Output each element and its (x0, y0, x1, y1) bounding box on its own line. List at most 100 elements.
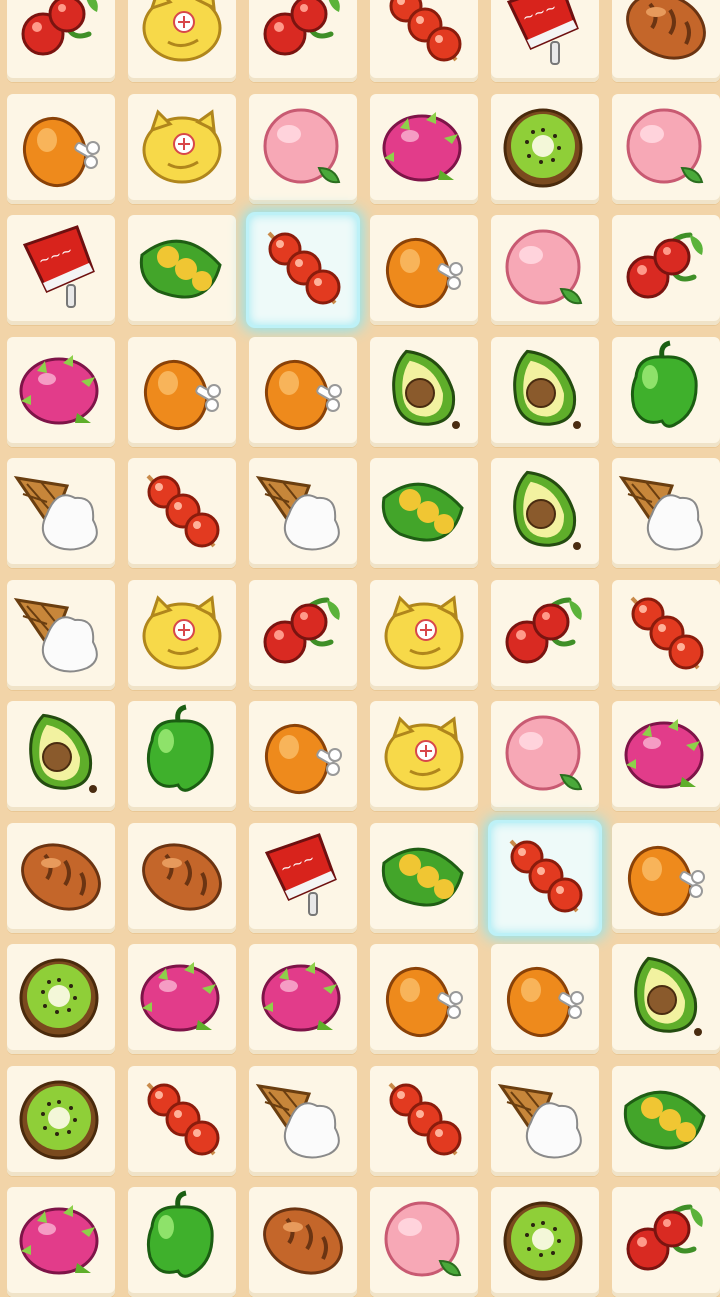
tile-peach[interactable] (249, 93, 357, 204)
lemon-cat-icon (142, 0, 222, 62)
tile-peach[interactable] (491, 701, 599, 811)
peach-icon (505, 229, 583, 305)
tile-kiwi[interactable] (7, 944, 115, 1054)
tile-pea-pod[interactable] (370, 822, 478, 933)
tile-pea-pod[interactable] (128, 215, 236, 325)
tile-lemon-cat[interactable] (370, 701, 478, 811)
tile-ice-cream-cone[interactable] (491, 1065, 599, 1176)
tile-bread[interactable] (612, 0, 720, 82)
ice-cream-cone-icon (13, 597, 98, 672)
tile-dragon-fruit[interactable] (370, 93, 478, 204)
tile-dragon-fruit[interactable] (249, 944, 357, 1054)
tile-peach[interactable] (612, 93, 720, 204)
tile-ice-cream-cone[interactable] (612, 458, 720, 568)
chicken-leg-icon (265, 723, 342, 795)
avocado-icon (392, 349, 460, 429)
tile-tanghulu[interactable] (249, 215, 357, 325)
tile-bread[interactable] (128, 822, 236, 933)
tanghulu-icon (146, 474, 220, 548)
tanghulu-icon (630, 596, 704, 669)
tile-dragon-fruit[interactable] (612, 701, 720, 811)
tile-green-pepper[interactable] (128, 1187, 236, 1297)
tile-ice-cream-cone[interactable] (249, 458, 357, 568)
pea-pod-icon (139, 239, 222, 299)
tile-chicken-leg[interactable] (491, 944, 599, 1054)
green-pepper-icon (146, 704, 214, 792)
tile-cherry[interactable] (249, 0, 357, 82)
ice-cream-cone-icon (255, 1083, 340, 1158)
bread-icon (626, 0, 706, 60)
tile-green-pepper[interactable] (128, 701, 236, 811)
tile-tanghulu[interactable] (612, 579, 720, 690)
tile-tanghulu[interactable] (370, 1065, 478, 1176)
tile-peach[interactable] (491, 215, 599, 325)
tile-avocado[interactable] (612, 944, 720, 1054)
ice-cream-cone-icon (497, 1083, 582, 1158)
tile-dragon-fruit[interactable] (7, 1187, 115, 1297)
tile-chicken-leg[interactable] (370, 944, 478, 1054)
cherry-icon (263, 597, 340, 663)
tile-kiwi[interactable] (491, 1187, 599, 1297)
lemon-cat-icon (384, 594, 464, 669)
tile-chicken-leg[interactable] (249, 701, 357, 811)
tile-dragon-fruit[interactable] (7, 336, 115, 447)
green-pepper-icon (630, 340, 698, 428)
tile-cherry[interactable] (491, 579, 599, 690)
tile-chicken-leg[interactable] (612, 822, 720, 933)
tile-avocado[interactable] (491, 336, 599, 447)
tile-lemon-cat[interactable] (128, 579, 236, 690)
tile-cola-cup[interactable]: ~~~ (491, 0, 599, 82)
ice-cream-cone-icon (255, 475, 340, 551)
tile-cola-cup[interactable]: ~~~ (249, 822, 357, 933)
tile-pea-pod[interactable] (612, 1065, 720, 1176)
tile-kiwi[interactable] (7, 1065, 115, 1176)
chicken-leg-icon (386, 237, 463, 309)
tile-tanghulu[interactable] (128, 458, 236, 568)
tile-pea-pod[interactable] (370, 458, 478, 568)
kiwi-icon (503, 108, 583, 187)
avocado-icon (634, 956, 702, 1036)
tile-tanghulu[interactable] (128, 1065, 236, 1176)
tile-lemon-cat[interactable] (128, 0, 236, 82)
avocado-icon (29, 713, 97, 793)
dragon-fruit-icon (382, 111, 462, 181)
tile-cherry[interactable] (7, 0, 115, 82)
tile-green-pepper[interactable] (612, 336, 720, 447)
kiwi-icon (503, 1201, 583, 1281)
chicken-leg-icon (386, 966, 463, 1038)
tile-bread[interactable] (7, 822, 115, 933)
tile-lemon-cat[interactable] (370, 579, 478, 690)
tile-ice-cream-cone[interactable] (249, 1065, 357, 1176)
cherry-icon (21, 0, 98, 56)
tile-chicken-leg[interactable] (370, 215, 478, 325)
tile-ice-cream-cone[interactable] (7, 458, 115, 568)
tile-dragon-fruit[interactable] (128, 944, 236, 1054)
lemon-cat-icon (142, 594, 222, 669)
tile-kiwi[interactable] (491, 93, 599, 204)
tile-chicken-leg[interactable] (7, 93, 115, 204)
tile-chicken-leg[interactable] (128, 336, 236, 447)
tile-avocado[interactable] (491, 458, 599, 568)
chicken-leg-icon (23, 116, 100, 187)
kiwi-icon (19, 958, 99, 1038)
kiwi-icon (19, 1080, 99, 1159)
dragon-fruit-icon (19, 1205, 99, 1275)
tile-cherry[interactable] (612, 215, 720, 325)
dragon-fruit-icon (261, 962, 341, 1032)
tile-chicken-leg[interactable] (249, 336, 357, 447)
green-pepper-icon (146, 1190, 214, 1278)
tile-cherry[interactable] (249, 579, 357, 690)
tile-cherry[interactable] (612, 1187, 720, 1297)
tile-avocado[interactable] (370, 336, 478, 447)
tile-tanghulu[interactable] (370, 0, 478, 82)
chicken-leg-icon (144, 359, 221, 430)
chicken-leg-icon (628, 845, 705, 916)
tile-avocado[interactable] (7, 701, 115, 811)
tile-ice-cream-cone[interactable] (7, 579, 115, 690)
tile-peach[interactable] (370, 1187, 478, 1297)
tile-tanghulu[interactable] (491, 822, 599, 933)
cola-cup-icon: ~~~ (264, 832, 337, 916)
tile-bread[interactable] (249, 1187, 357, 1297)
tile-cola-cup[interactable]: ~~~ (7, 215, 115, 325)
tile-lemon-cat[interactable] (128, 93, 236, 204)
